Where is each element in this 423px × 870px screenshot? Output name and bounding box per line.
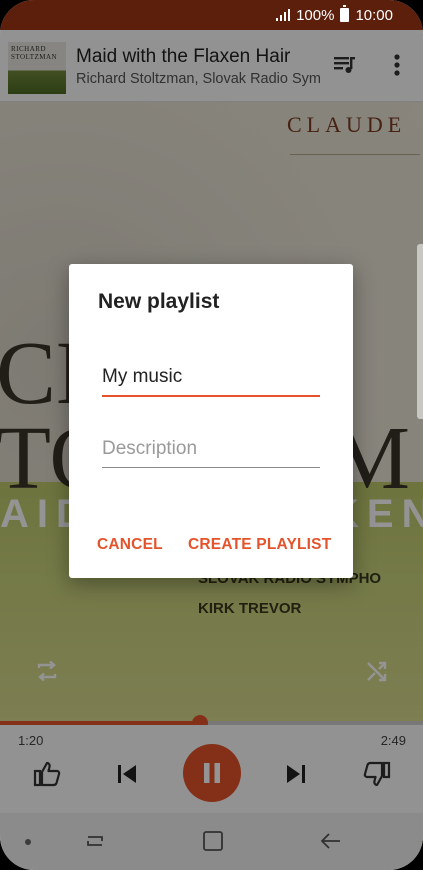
playlist-name-input[interactable] xyxy=(102,359,320,397)
cancel-button[interactable]: CANCEL xyxy=(97,536,163,554)
edge-panel-handle[interactable] xyxy=(417,244,423,419)
create-playlist-button[interactable]: CREATE PLAYLIST xyxy=(188,536,331,554)
signal-icon xyxy=(276,9,291,21)
dialog-title: New playlist xyxy=(98,290,220,313)
playlist-description-input[interactable] xyxy=(102,430,320,468)
clock: 10:00 xyxy=(355,6,393,24)
status-bar: 100% 10:00 xyxy=(0,0,423,30)
battery-percent: 100% xyxy=(296,6,335,24)
battery-icon xyxy=(340,5,350,22)
new-playlist-dialog: New playlist CANCEL CREATE PLAYLIST xyxy=(69,264,353,578)
phone-screen: 100% 10:00 RICHARD STOLTZMAN Maid with t… xyxy=(0,0,423,870)
